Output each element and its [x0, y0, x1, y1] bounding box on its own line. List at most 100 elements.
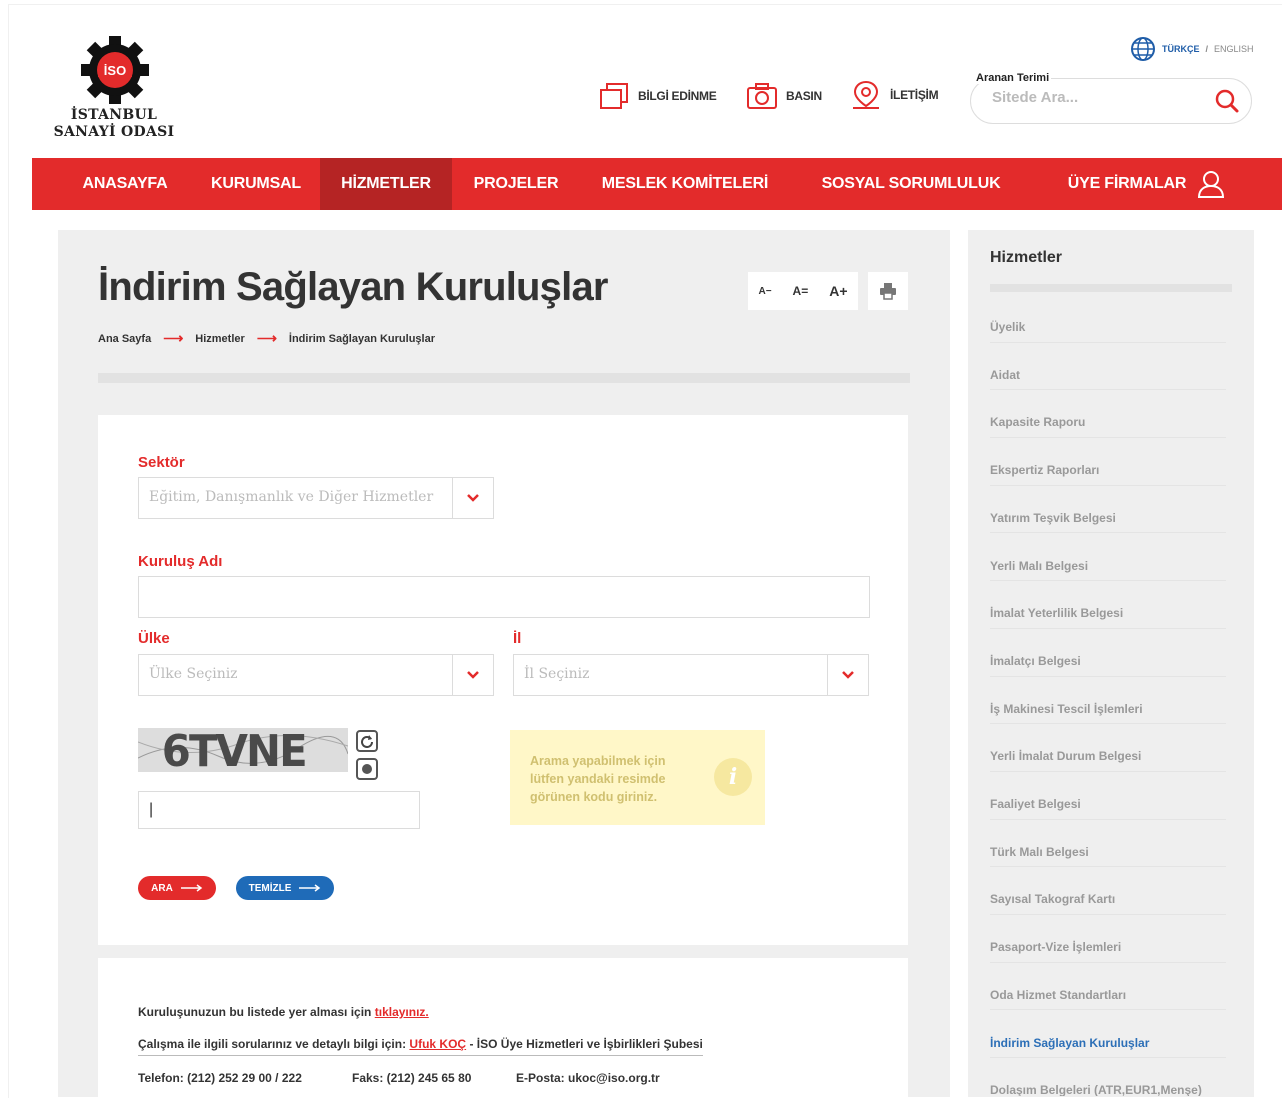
- sidebar-item-yatirim-tesvik[interactable]: Yatırım Teşvik Belgesi: [990, 486, 1226, 534]
- info-line-contact: Çalışma ile ilgili sorularınız ve detayl…: [138, 1037, 703, 1056]
- font-increase-button[interactable]: A+: [829, 283, 847, 299]
- info-contact-text: Çalışma ile ilgili sorularınız ve detayl…: [138, 1037, 407, 1051]
- header-link-basin[interactable]: BASIN: [746, 82, 822, 110]
- logo-text: İSO: [104, 63, 126, 78]
- info-register-text: Kuruluşunuzun bu listede yer alması için: [138, 1005, 372, 1019]
- chevron-down-icon: [452, 478, 493, 518]
- arrow-right-icon: ⟶: [163, 330, 184, 346]
- nav-sosyal-sorumluluk[interactable]: SOSYAL SORUMLULUK: [808, 158, 1014, 210]
- search-label: Aranan Terimi: [974, 72, 1052, 84]
- sidebar-item-uyelik[interactable]: Üyelik: [990, 295, 1226, 343]
- info-icon: i: [714, 758, 752, 796]
- info-register-link[interactable]: tıklayınız.: [375, 1005, 429, 1019]
- header-link-iletisim[interactable]: İLETİŞİM: [850, 80, 939, 110]
- sidebar-item-imalatci-belgesi[interactable]: İmalatçı Belgesi: [990, 629, 1226, 677]
- search-area: Aranan Terimi: [970, 72, 1254, 126]
- clear-label: TEMİZLE: [248, 882, 292, 894]
- language-switcher[interactable]: TÜRKÇE / ENGLISH: [1130, 36, 1254, 62]
- header-link-bilgi-edinme[interactable]: BİLGİ EDİNME: [598, 82, 717, 110]
- il-select-value: İl Seçiniz: [524, 666, 590, 682]
- kurulus-adi-label: Kuruluş Adı: [138, 553, 223, 570]
- location-pin-icon: [853, 80, 879, 109]
- header-link-label: BASIN: [786, 89, 822, 103]
- captcha-audio-button[interactable]: [356, 758, 378, 780]
- clear-button[interactable]: TEMİZLE: [236, 876, 334, 900]
- info-phone: Telefon: (212) 252 29 00 / 222: [138, 1071, 302, 1085]
- info-contact-link[interactable]: Ufuk KOÇ: [409, 1037, 466, 1051]
- print-button[interactable]: [868, 272, 908, 310]
- nav-uye-firmalar[interactable]: ÜYE FİRMALAR: [1054, 158, 1240, 210]
- lang-separator: /: [1205, 44, 1209, 54]
- page-title: İndirim Sağlayan Kuruluşlar: [98, 265, 608, 309]
- captcha-refresh-button[interactable]: [356, 730, 378, 752]
- documents-icon: [600, 83, 628, 109]
- gear-logo-icon: İSO: [81, 36, 149, 104]
- contact-info-card: Kuruluşunuzun bu listede yer alması için…: [98, 958, 908, 1097]
- breadcrumb-current: İndirim Sağlayan Kuruluşlar: [288, 332, 435, 345]
- il-label: İl: [513, 630, 522, 647]
- info-email: E-Posta: ukoc@iso.org.tr: [516, 1071, 660, 1085]
- chevron-down-icon: [452, 655, 493, 695]
- brand-name-line2: SANAYİ ODASI: [53, 124, 175, 140]
- sektor-label: Sektör: [138, 454, 185, 471]
- sektor-select[interactable]: Eğitim, Danışmanlık ve Diğer Hizmetler: [138, 477, 494, 519]
- captcha-input[interactable]: |: [138, 791, 420, 829]
- sektor-select-value: Eğitim, Danışmanlık ve Diğer Hizmetler: [149, 489, 434, 505]
- sidebar-item-takograf[interactable]: Sayısal Takograf Kartı: [990, 867, 1226, 916]
- kurulus-adi-input[interactable]: [138, 576, 870, 618]
- brand-name: İSTANBUL SANAYİ ODASI: [48, 107, 180, 141]
- nav-anasayfa[interactable]: ANASAYFA: [68, 158, 182, 210]
- title-divider: [98, 373, 910, 383]
- sidebar-item-is-makinesi[interactable]: İş Makinesi Tescil İşlemleri: [990, 677, 1226, 725]
- sidebar-item-hizmet-standartlari[interactable]: Oda Hizmet Standartları: [990, 963, 1226, 1011]
- iso-logo[interactable]: İSO: [70, 36, 160, 113]
- sidebar-title: Hizmetler: [990, 249, 1063, 266]
- search-icon[interactable]: [1214, 88, 1240, 114]
- header-link-label: İLETİŞİM: [890, 88, 939, 102]
- ulke-select[interactable]: Ülke Seçiniz: [138, 654, 494, 696]
- sidebar-item-yerli-mali[interactable]: Yerli Malı Belgesi: [990, 534, 1226, 582]
- sidebar-item-faaliyet-belgesi[interactable]: Faaliyet Belgesi: [990, 772, 1226, 820]
- audio-icon: [362, 764, 372, 774]
- breadcrumb-hizmetler[interactable]: Hizmetler: [195, 333, 245, 345]
- sidebar-item-imalat-yeterlilik[interactable]: İmalat Yeterlilik Belgesi: [990, 581, 1226, 629]
- sidebar-item-ekspertiz-raporlari[interactable]: Ekspertiz Raporları: [990, 438, 1226, 486]
- nav-meslek-komiteleri[interactable]: MESLEK KOMİTELERİ: [592, 158, 778, 210]
- font-reset-button[interactable]: A=: [793, 284, 809, 298]
- main-nav: ANASAYFA KURUMSAL HİZMETLER PROJELER MES…: [32, 158, 1282, 210]
- lang-turkish[interactable]: TÜRKÇE: [1162, 44, 1200, 54]
- print-icon: [880, 283, 896, 300]
- arrow-right-icon: ⟶: [256, 330, 277, 346]
- sidebar-item-dolasim[interactable]: Dolaşım Belgeleri (ATR,EUR1,Menşe): [990, 1058, 1226, 1096]
- nav-projeler[interactable]: PROJELER: [462, 158, 570, 210]
- nav-uye-firmalar-label: ÜYE FİRMALAR: [1067, 175, 1187, 192]
- breadcrumb: Ana Sayfa ⟶ Hizmetler ⟶ İndirim Sağlayan…: [98, 330, 435, 347]
- sidebar-item-aidat[interactable]: Aidat: [990, 343, 1226, 391]
- breadcrumb-home[interactable]: Ana Sayfa: [98, 333, 151, 345]
- il-select[interactable]: İl Seçiniz: [513, 654, 869, 696]
- info-fax: Faks: (212) 245 65 80: [352, 1071, 472, 1085]
- captcha-code: 6TVNE: [161, 728, 308, 772]
- sidebar-item-kapasite-raporu[interactable]: Kapasite Raporu: [990, 390, 1226, 439]
- globe-icon: [1131, 37, 1155, 61]
- sidebar-divider: [990, 284, 1232, 292]
- sidebar-item-yerli-imalat-durum[interactable]: Yerli İmalat Durum Belgesi: [990, 724, 1226, 772]
- sidebar-item-turk-mali[interactable]: Türk Malı Belgesi: [990, 820, 1226, 868]
- info-contact-dept: - İSO Üye Hizmetleri ve İşbirlikleri Şub…: [469, 1037, 703, 1051]
- captcha-hint-text: Arama yapabilmek için lütfen yandaki res…: [530, 754, 666, 804]
- user-icon: [1198, 171, 1225, 198]
- sidebar-item-pasaport-vize[interactable]: Pasaport-Vize İşlemleri: [990, 915, 1226, 963]
- sidebar-item-indirim[interactable]: İndirim Sağlayan Kuruluşlar: [990, 1011, 1226, 1059]
- info-line-register: Kuruluşunuzun bu listede yer alması için…: [138, 1005, 429, 1019]
- nav-kurumsal[interactable]: KURUMSAL: [200, 158, 312, 210]
- nav-hizmetler[interactable]: HİZMETLER: [320, 158, 452, 210]
- font-size-tools: A− A= A+: [748, 272, 858, 310]
- font-decrease-button[interactable]: A−: [758, 286, 771, 297]
- search-input[interactable]: [990, 88, 1214, 107]
- captcha-image: 6TVNE: [138, 728, 348, 772]
- search-submit-button[interactable]: ARA: [138, 876, 216, 900]
- ulke-label: Ülke: [138, 630, 170, 647]
- captcha-input-value: |: [149, 801, 154, 818]
- header-link-label: BİLGİ EDİNME: [638, 89, 717, 103]
- lang-english[interactable]: ENGLISH: [1214, 44, 1254, 54]
